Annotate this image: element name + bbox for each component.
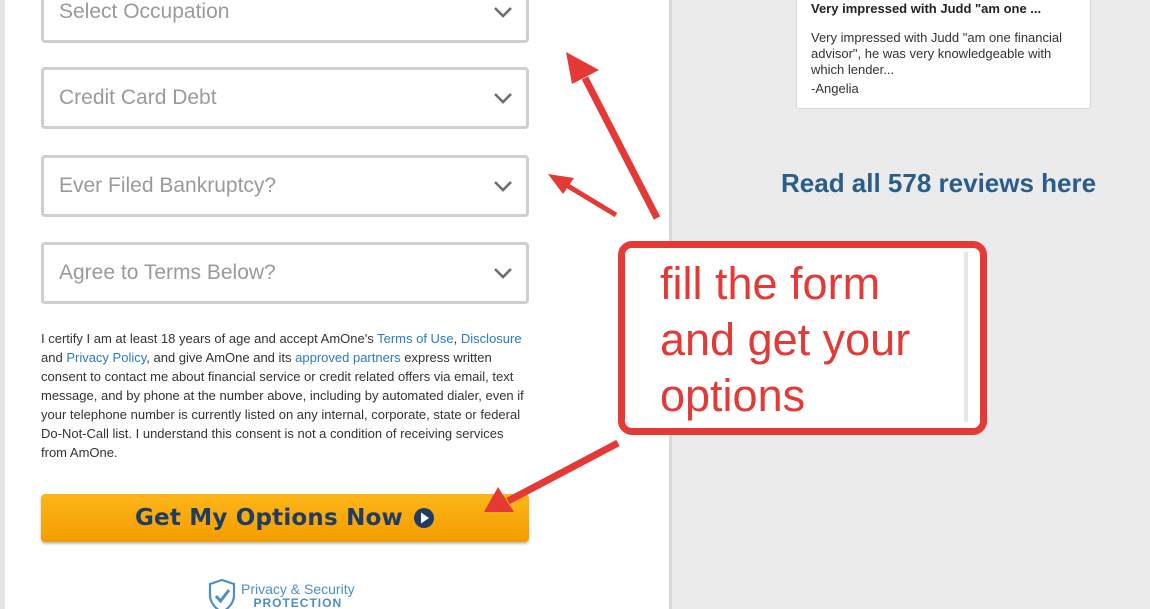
privacy-badge-subtitle: PROTECTION <box>253 596 343 609</box>
terms-of-use-link[interactable]: Terms of Use <box>377 331 454 346</box>
disclosure-link[interactable]: Disclosure <box>461 331 522 346</box>
arrow-right-circle-icon <box>414 508 435 528</box>
review-author: -Angelia <box>811 81 859 96</box>
annotation-line: and get your <box>660 314 911 365</box>
review-card: Very impressed with Judd "am one ... Ver… <box>796 0 1091 109</box>
chevron-down-icon <box>494 181 512 192</box>
credit-card-debt-select[interactable]: Credit Card Debt <box>41 67 529 129</box>
consent-disclaimer: I certify I am at least 18 years of age … <box>41 329 533 462</box>
shield-check-icon <box>208 578 236 609</box>
bankruptcy-select[interactable]: Ever Filed Bankruptcy? <box>41 155 529 217</box>
form-panel: Select Occupation Credit Card Debt Ever … <box>0 0 672 609</box>
review-body: Very impressed with Judd "am one financi… <box>811 30 1063 77</box>
occupation-select[interactable]: Select Occupation <box>41 0 529 43</box>
agree-terms-select-label: Agree to Terms Below? <box>59 261 276 284</box>
annotation-text: fill the form and get your options <box>660 256 910 424</box>
approved-partners-link[interactable]: approved partners <box>295 350 401 365</box>
consent-text: , and give AmOne and its <box>146 350 296 365</box>
credit-card-debt-select-label: Credit Card Debt <box>59 86 217 109</box>
annotation-callout: fill the form and get your options <box>618 241 987 435</box>
agree-terms-select[interactable]: Agree to Terms Below? <box>41 242 529 304</box>
consent-text: express written consent to contact me ab… <box>41 350 524 460</box>
bankruptcy-select-label: Ever Filed Bankruptcy? <box>59 174 277 197</box>
review-title: Very impressed with Judd "am one ... <box>811 1 1042 16</box>
consent-text: and <box>41 350 67 365</box>
chevron-down-icon <box>494 268 512 279</box>
privacy-policy-link[interactable]: Privacy Policy <box>66 350 146 365</box>
annotation-line: fill the form <box>660 258 881 309</box>
privacy-security-badge: Privacy & Security PROTECTION <box>207 578 355 609</box>
annotation-line: options <box>660 370 806 421</box>
read-all-reviews-link[interactable]: Read all 578 reviews here <box>781 168 1096 199</box>
get-my-options-button[interactable]: Get My Options Now <box>41 494 529 542</box>
consent-text: , <box>453 331 461 346</box>
chevron-down-icon <box>494 7 512 18</box>
occupation-select-label: Select Occupation <box>59 0 230 23</box>
consent-text: I certify I am at least 18 years of age … <box>41 331 378 346</box>
privacy-badge-title: Privacy & Security <box>241 581 355 597</box>
get-my-options-label: Get My Options Now <box>134 505 404 531</box>
chevron-down-icon <box>494 93 512 104</box>
